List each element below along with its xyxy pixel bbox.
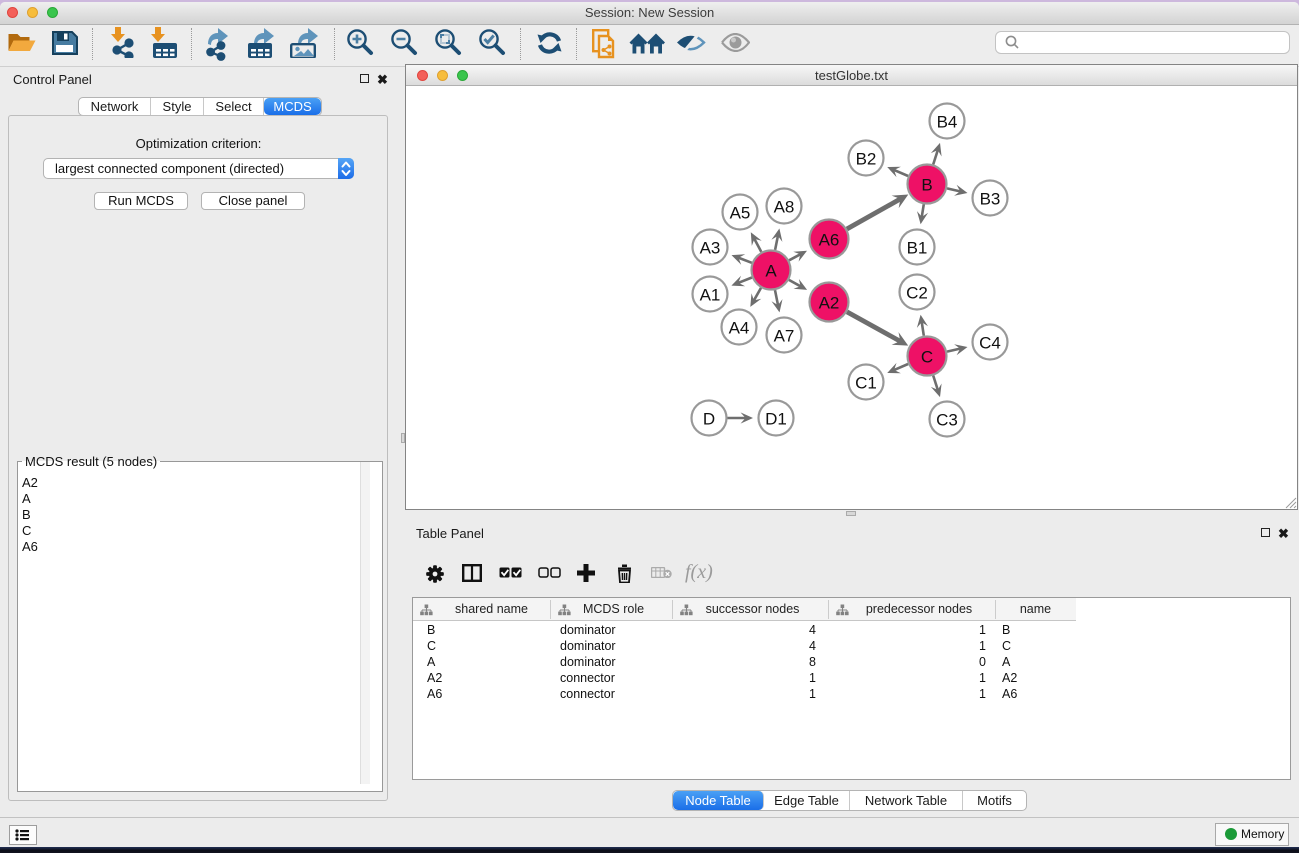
svg-text:A7: A7 [774, 327, 795, 346]
svg-text:C1: C1 [855, 374, 877, 393]
svg-text:C2: C2 [906, 284, 928, 303]
svg-text:C4: C4 [979, 334, 1001, 353]
svg-text:A8: A8 [774, 198, 795, 217]
svg-text:A2: A2 [819, 294, 840, 313]
svg-text:B: B [921, 176, 932, 195]
svg-text:A4: A4 [729, 319, 750, 338]
svg-text:B1: B1 [907, 239, 928, 258]
svg-text:B3: B3 [980, 190, 1001, 209]
svg-text:A3: A3 [700, 239, 721, 258]
svg-text:A5: A5 [730, 204, 751, 223]
svg-text:C3: C3 [936, 411, 958, 430]
svg-text:B4: B4 [937, 113, 958, 132]
svg-text:C: C [921, 348, 933, 367]
svg-text:B2: B2 [856, 150, 877, 169]
svg-text:A6: A6 [819, 231, 840, 250]
svg-text:A1: A1 [700, 286, 721, 305]
svg-text:D1: D1 [765, 410, 787, 429]
svg-text:A: A [765, 262, 777, 281]
svg-text:D: D [703, 410, 715, 429]
